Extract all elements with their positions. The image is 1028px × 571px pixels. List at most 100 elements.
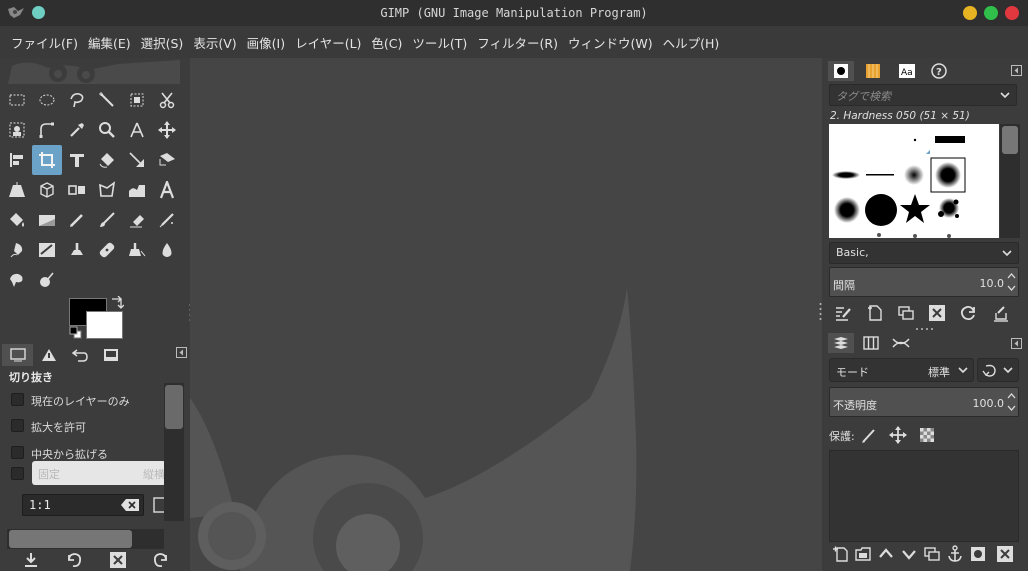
spinner-arrows-icon[interactable] [1007,391,1016,413]
tab-fonts[interactable]: Aa [894,61,920,81]
refresh-brushes-icon[interactable] [959,304,977,322]
paintbrush-icon[interactable] [92,205,122,235]
dodge-burn-icon[interactable] [32,265,62,295]
tab-help[interactable]: ? [926,61,952,81]
ellipse-select-icon[interactable] [32,85,62,115]
duplicate-brush-icon[interactable] [897,304,915,322]
close-button[interactable] [1005,6,1019,20]
lock-position-icon[interactable] [889,426,907,444]
brush-grid-scrollbar-thumb[interactable] [1002,126,1018,154]
lock-pixels-icon[interactable] [860,426,878,444]
anchor-layer-icon[interactable] [946,545,964,563]
crop-tool-icon[interactable] [32,145,62,175]
edit-brush-icon[interactable] [834,304,852,322]
new-layer-group-icon[interactable] [854,545,872,563]
tab-tool-options[interactable] [2,344,33,366]
menu-colors[interactable]: 色(C) [366,33,407,52]
save-options-icon[interactable] [22,551,40,569]
perspective-icon[interactable] [2,175,32,205]
delete-options-icon[interactable] [109,551,127,569]
cage-icon[interactable] [92,175,122,205]
tool-options-hscrollbar-thumb[interactable] [9,530,132,548]
current-layer-only-checkbox[interactable] [11,393,24,406]
rect-select-icon[interactable] [2,85,32,115]
composite-mode-dropdown[interactable] [977,358,1019,382]
configure-tab-icon[interactable] [176,347,187,358]
scale-icon[interactable] [122,145,152,175]
tab-device-status[interactable] [33,344,64,366]
menu-filters[interactable]: フィルター(R) [472,33,563,52]
heal-icon[interactable] [92,235,122,265]
measure-icon[interactable] [122,115,152,145]
menu-view[interactable]: 表示(V) [188,33,241,52]
tool-options-scrollbar-thumb[interactable] [165,385,183,429]
flip-icon[interactable] [62,175,92,205]
restore-options-icon[interactable] [65,551,83,569]
tab-patterns[interactable] [860,61,886,81]
tab-channels[interactable] [858,333,884,353]
blur-icon[interactable] [152,235,182,265]
shear-icon[interactable] [152,145,182,175]
default-colors-icon[interactable] [69,326,83,340]
menu-help[interactable]: ヘルプ(H) [658,33,725,52]
pencil-icon[interactable] [62,205,92,235]
tab-undo-history[interactable] [64,344,95,366]
tab-brushes[interactable] [828,61,854,81]
new-brush-icon[interactable] [866,304,884,322]
maximize-button[interactable] [984,6,998,20]
reset-options-icon[interactable] [152,551,170,569]
perspective-clone-icon[interactable] [122,235,152,265]
layer-mask-icon[interactable] [969,545,987,563]
configure-tab-icon[interactable] [1011,338,1022,349]
menu-edit[interactable]: 編集(E) [83,33,136,52]
expand-from-center-checkbox[interactable] [11,446,24,459]
lower-layer-icon[interactable] [900,545,918,563]
new-layer-icon[interactable] [832,545,850,563]
3d-transform-icon[interactable] [32,175,62,205]
opacity-spinner[interactable]: 不透明度 100.0 [829,387,1019,417]
image-canvas[interactable] [190,58,821,571]
scissors-select-icon[interactable] [152,85,182,115]
tab-images[interactable] [95,344,126,366]
dock-resize-grip-icon[interactable] [819,302,822,324]
minimize-button[interactable] [963,6,977,20]
brush-preset-dropdown[interactable]: Basic, [829,242,1019,264]
align-icon[interactable] [2,145,32,175]
menu-tools[interactable]: ツール(T) [407,33,472,52]
background-color-swatch[interactable] [86,311,123,339]
move-icon[interactable] [152,115,182,145]
fuzzy-select-icon[interactable] [92,85,122,115]
free-select-icon[interactable] [62,85,92,115]
dock-separator-grip-icon[interactable] [914,327,936,331]
menu-file[interactable]: ファイル(F) [6,33,83,52]
rotate-icon[interactable] [92,145,122,175]
blend-icon[interactable] [32,205,62,235]
layer-list[interactable] [829,450,1019,542]
fixed-aspect-dropdown[interactable]: 固定 縦横 [32,461,166,485]
airbrush-icon[interactable] [152,205,182,235]
tag-search-input[interactable]: タグで検索 [829,84,1017,106]
paths-icon[interactable] [32,115,62,145]
tab-paths[interactable] [888,333,914,353]
raise-layer-icon[interactable] [877,545,895,563]
lock-alpha-icon[interactable] [918,426,936,444]
color-picker-icon[interactable] [62,115,92,145]
by-color-select-icon[interactable] [122,85,152,115]
clear-input-icon[interactable] [121,499,139,511]
open-brush-as-image-icon[interactable] [992,304,1010,322]
menu-select[interactable]: 選択(S) [136,33,189,52]
delete-layer-icon[interactable] [996,545,1014,563]
menu-image[interactable]: 画像(I) [242,33,290,52]
eraser-icon[interactable] [122,205,152,235]
spacing-spinner[interactable]: 間隔 10.0 [829,267,1019,297]
tab-layers[interactable] [828,333,854,353]
configure-tab-icon[interactable] [1011,65,1022,76]
foreground-select-icon[interactable] [2,115,32,145]
fixed-checkbox[interactable] [11,467,24,480]
menu-layer[interactable]: レイヤー(L) [290,33,366,52]
delete-brush-icon[interactable] [928,304,946,322]
mypaint-brush-icon[interactable] [32,235,62,265]
bucket-fill-icon[interactable] [2,205,32,235]
menu-windows[interactable]: ウィンドウ(W) [563,33,658,52]
ink-icon[interactable] [2,235,32,265]
